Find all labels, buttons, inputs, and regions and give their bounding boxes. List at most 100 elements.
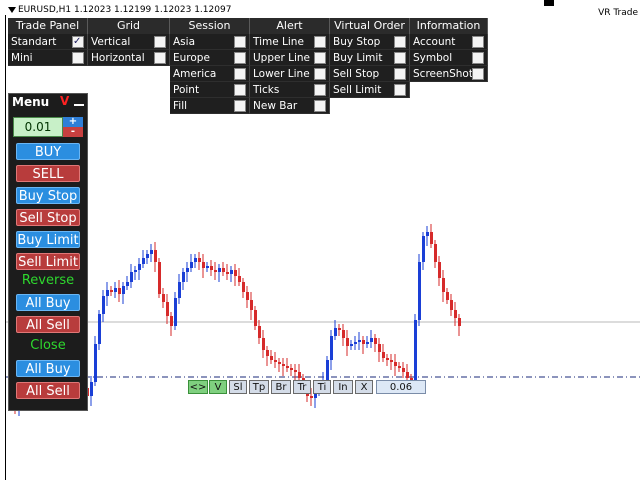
checkbox-icon[interactable] (234, 68, 246, 80)
checkbox-icon[interactable] (394, 68, 406, 80)
checkbox-icon[interactable] (394, 52, 406, 64)
candle-body (226, 272, 229, 274)
reverse-all-sell-button[interactable]: All Sell (16, 316, 80, 333)
menu-item-label: Symbol (413, 52, 453, 64)
menu-item-sell-stop[interactable]: Sell Stop (330, 66, 410, 82)
menu-item-label: America (173, 68, 217, 80)
checkbox-icon[interactable] (472, 68, 484, 80)
checkbox-icon[interactable] (72, 34, 84, 50)
checkbox-icon[interactable] (234, 52, 246, 64)
menu-item-label: Vertical (91, 36, 131, 48)
toolbar-button-close[interactable]: X (355, 380, 373, 394)
menu-item-label: Sell Stop (333, 68, 380, 80)
candle-body (438, 262, 441, 278)
menu-item-point[interactable]: Point (170, 82, 250, 98)
candle-body (122, 286, 125, 294)
sell-limit-button[interactable]: Sell Limit (16, 253, 80, 270)
menu-item-label: Mini (11, 52, 33, 64)
buy-stop-button[interactable]: Buy Stop (16, 187, 80, 204)
checkbox-icon[interactable] (234, 36, 246, 48)
candle-body (230, 270, 233, 274)
toolbar-button-in[interactable]: In (333, 380, 353, 394)
menu-item-standart[interactable]: Standart (8, 34, 88, 50)
checkbox-icon[interactable] (154, 52, 166, 64)
buy-button[interactable]: BUY (16, 143, 80, 160)
toolbar-button-sl[interactable]: Sl (229, 380, 247, 394)
menu-item-horizontal[interactable]: Horizontal (88, 50, 170, 66)
toolbar-button-tr[interactable]: Tr (293, 380, 311, 394)
menu-item-fill[interactable]: Fill (170, 98, 250, 114)
menu-item-asia[interactable]: Asia (170, 34, 250, 50)
candle-body (94, 344, 97, 382)
menu-item-label: Europe (173, 52, 210, 64)
menu-column-information: Information Account Symbol ScreenShot (410, 18, 488, 82)
chart-header: EURUSD,H1 1.12023 1.12199 1.12023 1.1209… (0, 0, 640, 18)
checkbox-icon[interactable] (394, 84, 406, 96)
menu-item-ticks[interactable]: Ticks (250, 82, 330, 98)
checkbox-icon[interactable] (314, 84, 326, 96)
menu-column-header: Alert (250, 18, 330, 34)
symbol-title: EURUSD,H1 1.12023 1.12199 1.12023 1.1209… (18, 5, 232, 15)
close-all-buy-button[interactable]: All Buy (16, 360, 80, 377)
candle-body (378, 344, 381, 352)
menu-item-time-line[interactable]: Time Line (250, 34, 330, 50)
minimize-icon[interactable] (74, 104, 84, 106)
lot-decrease-button[interactable]: - (63, 127, 83, 137)
candle-body (262, 338, 265, 350)
menu-item-america[interactable]: America (170, 66, 250, 82)
menu-item-new-bar[interactable]: New Bar (250, 98, 330, 114)
checkbox-icon[interactable] (472, 36, 484, 48)
candle-body (258, 326, 261, 338)
candle-body (298, 372, 301, 378)
checkbox-icon[interactable] (234, 100, 246, 112)
candle-body (354, 342, 357, 344)
checkbox-icon[interactable] (314, 68, 326, 80)
checkbox-icon[interactable] (314, 36, 326, 48)
checkbox-icon[interactable] (154, 36, 166, 48)
menu-item-buy-stop[interactable]: Buy Stop (330, 34, 410, 50)
close-all-sell-button[interactable]: All Sell (16, 382, 80, 399)
reverse-all-buy-button[interactable]: All Buy (16, 294, 80, 311)
toolbar-button-tp[interactable]: Tp (249, 380, 269, 394)
menu-item-symbol[interactable]: Symbol (410, 50, 488, 66)
lot-size-field[interactable]: 0.01 (13, 117, 63, 137)
menu-item-label: Lower Line (253, 68, 310, 80)
menu-item-sell-limit[interactable]: Sell Limit (330, 82, 410, 98)
candle-body (190, 262, 193, 268)
menu-item-mini[interactable]: Mini (8, 50, 88, 66)
candle-body (194, 258, 197, 262)
toolbar-value-field[interactable]: 0.06 (376, 380, 426, 394)
candle-body (150, 250, 153, 254)
sell-button[interactable]: SELL (16, 165, 80, 182)
checkbox-icon[interactable] (234, 84, 246, 96)
toolbar-button-v[interactable]: V (209, 380, 227, 394)
toolbar-button-toggle[interactable]: <> (188, 380, 208, 394)
checkbox-icon[interactable] (394, 36, 406, 48)
menu-item-upper-line[interactable]: Upper Line (250, 50, 330, 66)
menu-item-buy-limit[interactable]: Buy Limit (330, 50, 410, 66)
toolbar-button-br[interactable]: Br (271, 380, 291, 394)
candle-body (162, 294, 165, 302)
chart-window[interactable]: EURUSD,H1 1.12023 1.12199 1.12023 1.1209… (0, 0, 640, 480)
checkbox-icon[interactable] (472, 52, 484, 64)
sell-stop-button[interactable]: Sell Stop (16, 209, 80, 226)
checkbox-icon[interactable] (314, 100, 326, 112)
candle-body (146, 254, 149, 258)
menu-item-vertical[interactable]: Vertical (88, 34, 170, 50)
candle-body (338, 328, 341, 330)
menu-item-lower-line[interactable]: Lower Line (250, 66, 330, 82)
collapse-button[interactable]: V (60, 94, 69, 108)
dropdown-arrow-icon[interactable] (8, 7, 16, 13)
menu-item-screenshot[interactable]: ScreenShot (410, 66, 488, 82)
menu-column-header: Information (410, 18, 488, 34)
menu-item-europe[interactable]: Europe (170, 50, 250, 66)
candle-body (414, 320, 417, 380)
checkbox-icon[interactable] (72, 52, 84, 64)
menu-item-account[interactable]: Account (410, 34, 488, 50)
menu-item-label: Buy Limit (333, 52, 383, 64)
candle-body (270, 356, 273, 360)
checkbox-icon[interactable] (314, 52, 326, 64)
buy-limit-button[interactable]: Buy Limit (16, 231, 80, 248)
toolbar-button-ti[interactable]: Ti (313, 380, 331, 394)
menu-column-header: Trade Panel (8, 18, 88, 34)
